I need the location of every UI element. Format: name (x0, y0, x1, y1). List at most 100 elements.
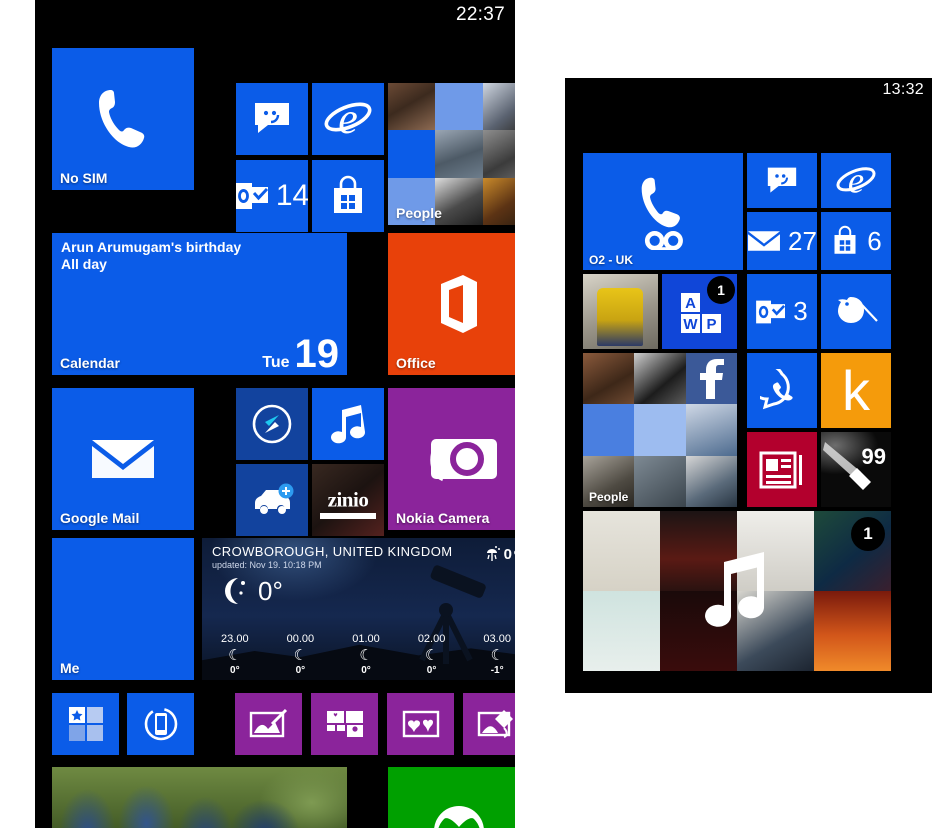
moon-clear-icon: ☾ (490, 647, 504, 664)
unread-count: 3 (793, 296, 808, 326)
tile-here-drive[interactable] (236, 388, 308, 460)
store-bag-icon (830, 225, 860, 257)
weather-precip: 0% (482, 544, 515, 564)
svg-text:W: W (683, 316, 698, 333)
store-bag-icon (312, 160, 384, 232)
tile-label: Nokia Camera (396, 510, 490, 526)
weather-updated: updated: Nov 19. 10:18 PM (212, 560, 322, 570)
tile-google-mail[interactable]: Google Mail (52, 388, 194, 530)
tile-nokia-collection[interactable] (52, 693, 119, 755)
moon-clear-icon: ☾ (228, 647, 242, 664)
office-icon (388, 233, 515, 375)
facebook-f-icon (700, 358, 725, 399)
phone-circle-icon (127, 693, 194, 755)
tile-car-share[interactable] (236, 464, 308, 536)
tile-label: O2 - UK (589, 253, 634, 267)
car-plus-icon (236, 464, 308, 536)
tile-outlook-mail[interactable]: 14 (236, 160, 308, 232)
forecast-hour: 23.00 ☾ 0° (202, 633, 268, 676)
notification-badge: 1 (707, 276, 735, 304)
tile-me[interactable]: Me (52, 538, 194, 680)
tile-contact-photo[interactable] (583, 274, 658, 349)
tile-mail[interactable]: 27 (747, 212, 817, 270)
tile-music[interactable] (312, 388, 384, 460)
tile-panorama-lens[interactable] (463, 693, 515, 755)
tile-phone[interactable]: O2 - UK (583, 153, 743, 270)
tile-kiwi-app[interactable] (821, 274, 891, 349)
calendar-event-time: All day (61, 256, 107, 273)
whatsapp-icon (747, 353, 817, 428)
people-mosaic (583, 353, 737, 507)
unread-count: 27 (788, 225, 817, 256)
people-mosaic (388, 83, 515, 225)
tile-messaging[interactable] (747, 153, 817, 208)
tile-news[interactable] (747, 432, 817, 507)
tile-calendar[interactable]: Arun Arumugam's birthday All day Tue 19 … (52, 233, 347, 375)
tile-label: Me (60, 660, 80, 676)
moon-clear-icon: ☾ (424, 647, 439, 664)
phone-screen-primary: 22:37 No SIM e 14 People Arun Arumugam's… (35, 0, 515, 828)
weather-city: CROWBOROUGH, UNITED KINGDOM (212, 544, 453, 559)
flashlight-count: 99 (861, 444, 886, 469)
news-article-icon (747, 432, 817, 507)
zinio-underline (320, 513, 376, 519)
tile-nokia-care[interactable] (127, 693, 194, 755)
tile-nokia-camera[interactable]: Nokia Camera (388, 388, 515, 530)
tile-label: Calendar (60, 355, 120, 371)
tile-kik[interactable]: k (821, 353, 891, 428)
tile-store[interactable] (312, 160, 384, 232)
photo-collage-icon (311, 693, 378, 755)
svg-text:e: e (338, 95, 358, 143)
tile-messaging[interactable] (236, 83, 308, 155)
tile-smart-shoot[interactable] (311, 693, 378, 755)
messaging-smiley-icon (236, 83, 308, 155)
tile-label: People (589, 490, 629, 504)
moon-clear-icon: ☾ (293, 647, 308, 664)
tile-people[interactable]: People (388, 83, 515, 225)
weather-precip-unit: % (514, 549, 515, 559)
tile-macro-lens[interactable] (387, 693, 454, 755)
star-quad-icon (52, 693, 119, 755)
tile-whatsapp[interactable] (747, 353, 817, 428)
music-note-icon (312, 388, 384, 460)
tile-internet-explorer[interactable]: e (312, 83, 384, 155)
tile-photos[interactable] (52, 767, 347, 828)
weather-current-temp: 0° (258, 575, 283, 606)
tile-outlook-mail[interactable]: 3 (747, 274, 817, 349)
tile-creative-studio[interactable] (235, 693, 302, 755)
forecast-hour: 02.00 ☾ 0° (399, 633, 465, 676)
tile-label: No SIM (60, 170, 108, 186)
kik-k-icon: k (842, 358, 870, 422)
outlook-icon (236, 180, 269, 212)
outlook-icon (756, 298, 786, 326)
calendar-day-number: 19 (294, 332, 340, 375)
tile-label: Google Mail (60, 510, 140, 526)
moon-clear-icon (225, 578, 245, 604)
badge-count: 6 (867, 225, 882, 256)
tile-music[interactable]: 1 (583, 511, 891, 671)
weather-hourly-forecast: 23.00 ☾ 0° 00.00 ☾ 0° 01.00 ☾ 0° 02.00 ☾ (202, 633, 515, 676)
internet-explorer-e-icon: e (821, 153, 891, 208)
tile-store[interactable]: 6 (821, 212, 891, 270)
tile-zinio[interactable]: zinio (312, 464, 384, 536)
forecast-hour: 00.00 ☾ 0° (268, 633, 334, 676)
tile-internet-explorer[interactable]: e (821, 153, 891, 208)
compass-icon (236, 388, 308, 460)
status-clock: 13:32 (882, 81, 924, 98)
envelope-icon (52, 388, 194, 530)
messaging-smiley-icon (747, 153, 817, 208)
weather-precip-value: 0 (503, 545, 512, 563)
xbox-icon (433, 805, 485, 828)
music-note-icon (705, 552, 765, 627)
tile-weather[interactable]: CROWBOROUGH, UNITED KINGDOM updated: Nov… (202, 538, 515, 680)
unread-count: 14 (275, 179, 308, 212)
tile-awp[interactable]: AWP 1 (662, 274, 737, 349)
tile-people[interactable]: People (583, 353, 737, 507)
tile-xbox[interactable]: XBOX (388, 767, 515, 828)
svg-text:e: e (848, 161, 864, 201)
tile-flashlight[interactable]: 99 (821, 432, 891, 507)
phone-handset-icon (52, 48, 194, 190)
tile-phone[interactable]: No SIM (52, 48, 194, 190)
zinio-wordmark: zinio (327, 487, 369, 512)
tile-office[interactable]: Office (388, 233, 515, 375)
